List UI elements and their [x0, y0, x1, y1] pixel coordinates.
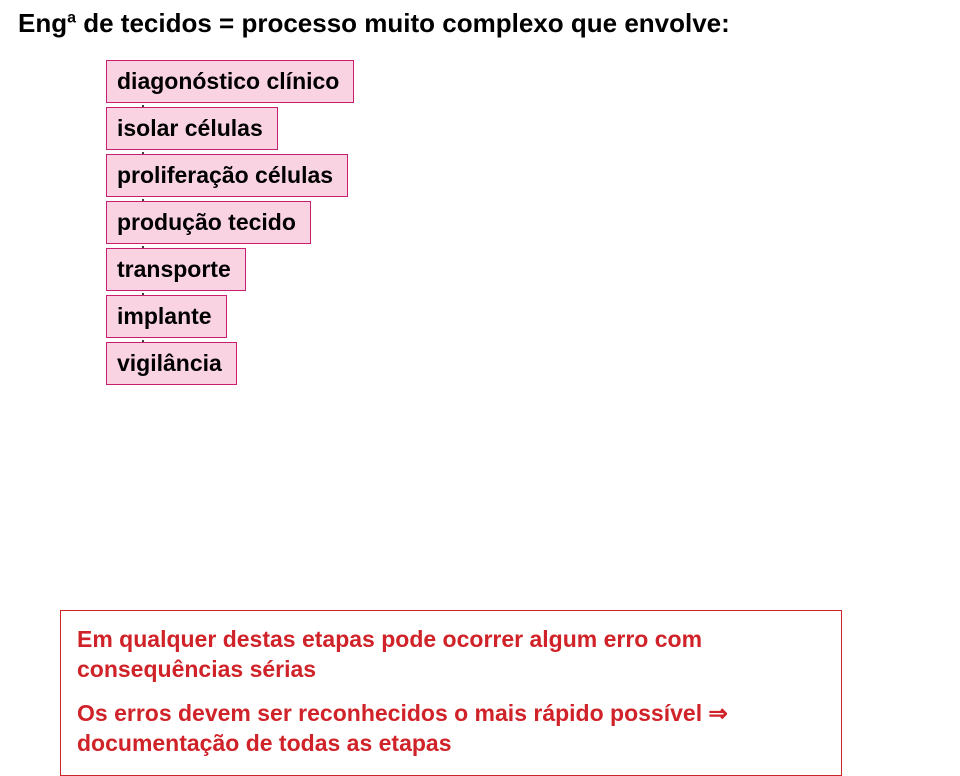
step-implante: implante	[106, 295, 227, 338]
step-isolar: isolar células	[106, 107, 278, 150]
page-title: Enga de tecidos = processo muito complex…	[18, 8, 730, 39]
annotation-line-1: Em qualquer destas etapas pode ocorrer a…	[77, 625, 825, 685]
page: Enga de tecidos = processo muito complex…	[0, 0, 960, 771]
step-transporte: transporte	[106, 248, 246, 291]
annotation-line-2: Os erros devem ser reconhecidos o mais r…	[77, 699, 825, 759]
title-prefix: Eng	[18, 8, 67, 38]
step-producao: produção tecido	[106, 201, 311, 244]
annotation-box: Em qualquer destas etapas pode ocorrer a…	[60, 610, 842, 776]
step-vigilancia: vigilância	[106, 342, 237, 385]
title-rest: de tecidos = processo muito complexo que…	[76, 8, 730, 38]
step-proliferacao: proliferação células	[106, 154, 348, 197]
title-superscript: a	[67, 9, 76, 26]
flowchart: diagonóstico clínico isolar células prol…	[106, 60, 354, 385]
step-diagnostico: diagonóstico clínico	[106, 60, 354, 103]
